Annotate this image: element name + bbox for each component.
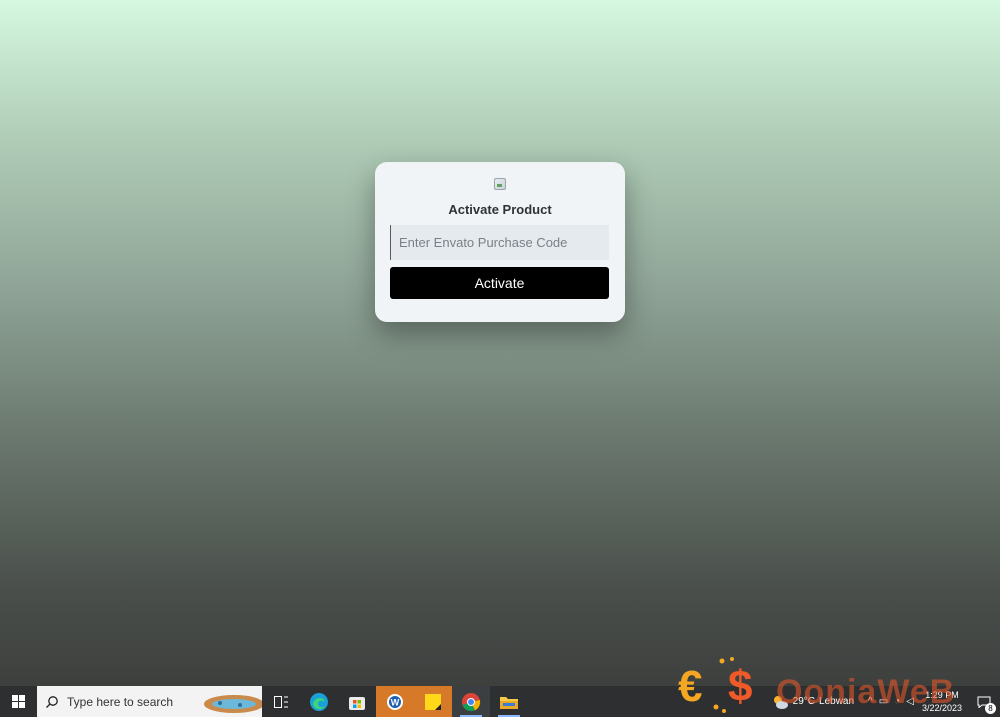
- desktop: Activate Product Activate Type here to s…: [0, 0, 1000, 717]
- file-explorer-icon: [500, 696, 518, 709]
- volume-icon[interactable]: ◁: [906, 696, 914, 707]
- file-explorer-button[interactable]: [490, 686, 528, 717]
- taskbar-search[interactable]: Type here to search: [37, 686, 262, 717]
- weather-temperature: 29°C: [792, 696, 816, 707]
- store-icon: [349, 696, 365, 710]
- sticky-notes-icon: [425, 693, 441, 710]
- activation-card: Activate Product Activate: [375, 162, 625, 322]
- activate-button[interactable]: Activate: [390, 267, 609, 299]
- taskbar: Type here to search W 29°C Lebwan ^ ▭ ◔ …: [0, 686, 1000, 717]
- clock-date: 3/22/2023: [921, 702, 962, 713]
- search-icon: [37, 695, 67, 709]
- weather-icon: [773, 695, 788, 709]
- search-highlight-art-icon: [204, 695, 262, 713]
- broken-image-icon: [494, 178, 506, 190]
- weather-widget[interactable]: 29°C Lebwan: [771, 694, 854, 710]
- network-icon[interactable]: ◔: [894, 696, 900, 707]
- task-view-icon: [274, 695, 288, 708]
- windows-logo-icon: [12, 695, 25, 708]
- search-placeholder: Type here to search: [67, 694, 174, 709]
- notification-center-button[interactable]: 8: [974, 696, 996, 714]
- edge-button[interactable]: [300, 686, 338, 717]
- clock-time: 1:29 PM: [925, 689, 959, 700]
- chevron-up-icon[interactable]: ^: [868, 696, 873, 707]
- weather-condition: Lebwan: [819, 696, 855, 707]
- notification-badge: 8: [985, 702, 996, 714]
- svg-text:W: W: [391, 697, 400, 707]
- chrome-button[interactable]: [452, 686, 490, 717]
- sticky-notes-button[interactable]: [414, 686, 452, 717]
- app-w-icon: W: [387, 693, 403, 710]
- chrome-icon: [462, 692, 481, 711]
- tray-icons: ^ ▭ ◔ ◁: [868, 696, 914, 707]
- start-button[interactable]: [0, 686, 37, 717]
- task-view-button[interactable]: [262, 686, 300, 717]
- edge-icon: [310, 692, 328, 711]
- taskbar-clock[interactable]: 1:29 PM 3/22/2023: [922, 689, 962, 715]
- battery-icon[interactable]: ▭: [879, 696, 888, 707]
- purchase-code-input[interactable]: [390, 225, 609, 260]
- app-w-button[interactable]: W: [376, 686, 414, 717]
- store-button[interactable]: [338, 686, 376, 717]
- system-tray: 29°C Lebwan ^ ▭ ◔ ◁ 1:29 PM 3/22/2023 8: [771, 686, 1000, 717]
- card-title: Activate Product: [448, 202, 552, 217]
